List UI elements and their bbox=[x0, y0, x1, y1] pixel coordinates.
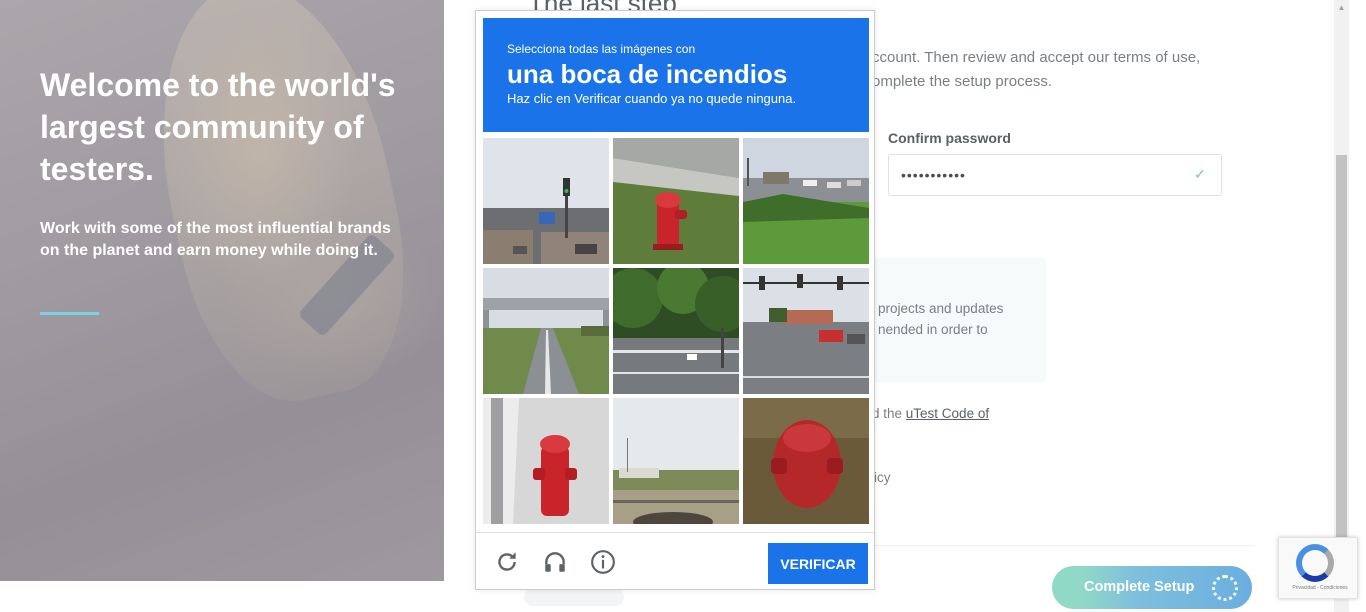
tile-5-image bbox=[613, 268, 739, 394]
captcha-tile-4[interactable] bbox=[483, 268, 609, 394]
code-of-conduct-link[interactable]: uTest Code of bbox=[906, 406, 989, 421]
complete-setup-button[interactable]: Complete Setup bbox=[1052, 566, 1252, 609]
headphones-icon[interactable] bbox=[542, 549, 568, 575]
tile-7-image bbox=[483, 398, 609, 524]
captcha-challenge: Selecciona todas las imágenes con una bo… bbox=[475, 10, 875, 590]
scroll-up-arrow-icon[interactable]: ▲ bbox=[1334, 0, 1349, 15]
captcha-tile-6[interactable] bbox=[743, 268, 869, 394]
tile-3-image bbox=[743, 138, 869, 264]
captcha-target: una boca de incendios bbox=[507, 59, 788, 89]
back-button[interactable] bbox=[524, 588, 624, 606]
reload-icon-svg bbox=[498, 552, 516, 571]
code-of-conduct-text: d the uTest Code of bbox=[872, 406, 989, 421]
tile-6-image bbox=[743, 268, 869, 394]
complete-setup-label: Complete Setup bbox=[1084, 579, 1195, 595]
loading-spinner-icon bbox=[1212, 575, 1238, 601]
hero-panel: Welcome to the world's largest community… bbox=[0, 0, 444, 581]
captcha-tile-5[interactable] bbox=[613, 268, 739, 394]
captcha-image-grid bbox=[483, 138, 871, 526]
tile-2-image bbox=[613, 138, 739, 264]
code-prefix: d the bbox=[872, 406, 906, 421]
captcha-footer: VERIFICAR bbox=[476, 532, 874, 589]
captcha-tile-2[interactable] bbox=[613, 138, 739, 264]
tile-1-image bbox=[483, 138, 609, 264]
captcha-tile-3[interactable] bbox=[743, 138, 869, 264]
check-icon: ✓ bbox=[1194, 166, 1206, 182]
info-icon[interactable] bbox=[590, 549, 616, 575]
tile-9-image bbox=[743, 398, 869, 524]
tile-4-image bbox=[483, 268, 609, 394]
recaptcha-badge-text: Privacidad - Condiciones bbox=[1292, 585, 1348, 591]
hero-title: Welcome to the world's largest community… bbox=[40, 67, 396, 187]
recaptcha-logo-icon bbox=[1296, 544, 1334, 582]
info-icon-svg bbox=[591, 550, 615, 574]
hero-accent-rule bbox=[40, 312, 99, 315]
confirm-password-label: Confirm password bbox=[888, 130, 1011, 146]
verify-button[interactable]: VERIFICAR bbox=[768, 543, 868, 584]
captcha-tile-7[interactable] bbox=[483, 398, 609, 524]
tile-8-image bbox=[613, 398, 739, 524]
captcha-tile-9[interactable] bbox=[743, 398, 869, 524]
recaptcha-badge[interactable]: Privacidad - Condiciones bbox=[1278, 537, 1358, 599]
scrollbar-thumb[interactable] bbox=[1336, 155, 1347, 540]
form-intro-text: ccount. Then review and accept our terms… bbox=[872, 49, 1201, 90]
captcha-tile-1[interactable] bbox=[483, 138, 609, 264]
reload-icon[interactable] bbox=[494, 549, 520, 575]
captcha-tile-8[interactable] bbox=[613, 398, 739, 524]
privacy-policy-fragment[interactable]: icy bbox=[874, 470, 891, 485]
page: Welcome to the world's largest community… bbox=[0, 0, 1366, 612]
page-scrollbar[interactable]: ▲ bbox=[1334, 0, 1349, 612]
confirm-password-field[interactable]: ••••••••••• bbox=[888, 154, 1222, 196]
hero-subtitle: Work with some of the most influential b… bbox=[40, 220, 391, 259]
captcha-header: Selecciona todas las imágenes con una bo… bbox=[483, 18, 869, 132]
captcha-instruction: Selecciona todas las imágenes con bbox=[507, 42, 696, 56]
info-box-text: projects and updates nended in order to bbox=[878, 301, 1004, 337]
captcha-hint: Haz clic en Verificar cuando ya no quede… bbox=[507, 91, 797, 106]
headphones-icon-svg bbox=[545, 552, 565, 572]
